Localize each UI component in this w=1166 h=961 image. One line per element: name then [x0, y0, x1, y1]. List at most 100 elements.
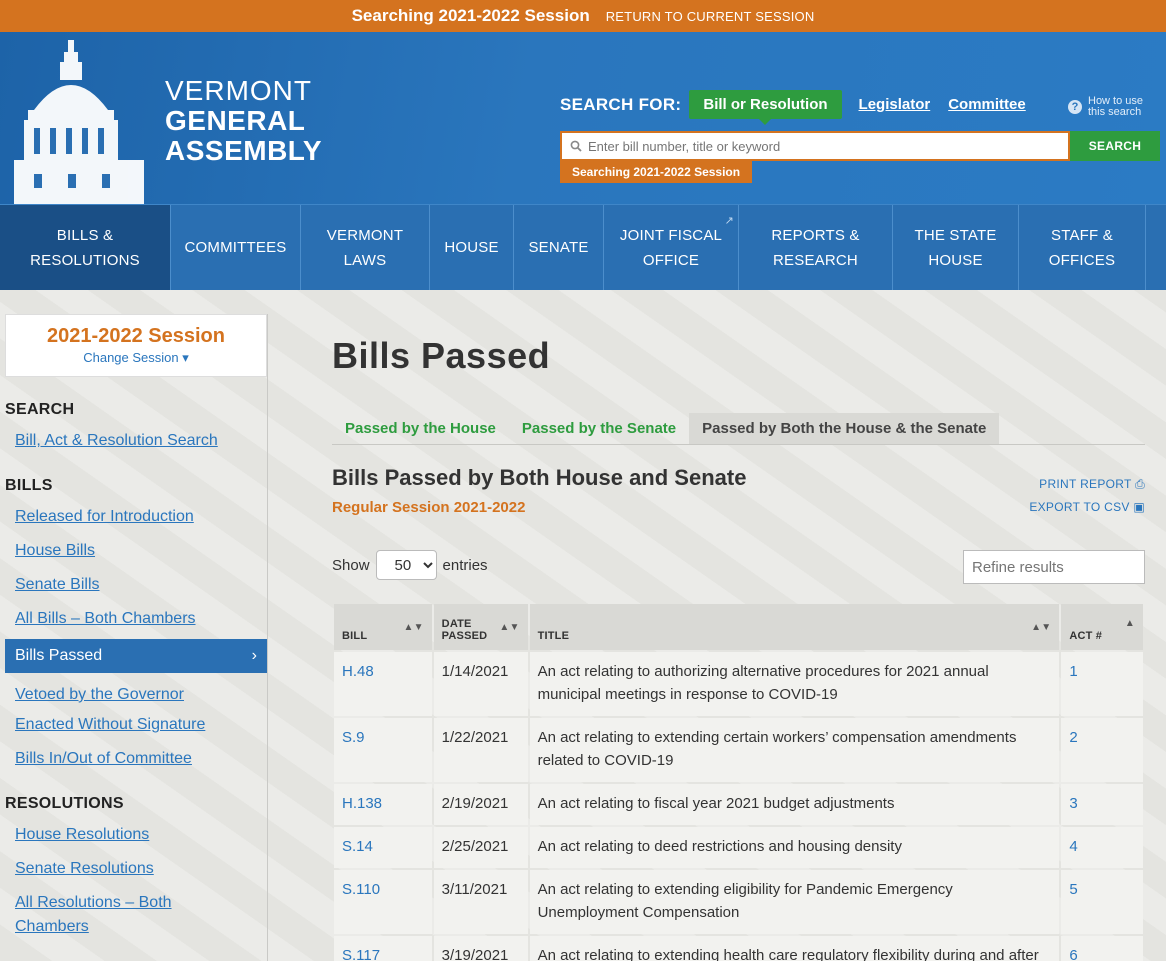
export-csv-label: EXPORT TO CSV — [1029, 500, 1130, 514]
cell-bill: S.117 — [334, 936, 432, 961]
return-current-session-link[interactable]: RETURN TO CURRENT SESSION — [606, 9, 815, 24]
sidebar-link-all-bills[interactable]: All Bills – Both Chambers — [15, 607, 267, 631]
act-link[interactable]: 4 — [1069, 838, 1077, 855]
capitol-dome-logo[interactable] — [4, 40, 144, 204]
cell-act: 1 — [1061, 652, 1143, 716]
cell-title: An act relating to extending eligibility… — [529, 870, 1060, 934]
sidebar-link-all-resolutions[interactable]: All Resolutions – Both Chambers — [15, 891, 215, 939]
search-help-link[interactable]: ? How to use this search — [1068, 96, 1150, 118]
search-box — [560, 131, 1070, 161]
print-report-link[interactable]: PRINT REPORT ⎙ — [1029, 473, 1145, 496]
change-session-label: Change Session — [83, 350, 179, 365]
nav-state-house[interactable]: THE STATE HOUSE — [893, 205, 1019, 290]
nav-house[interactable]: HOUSE — [430, 205, 514, 290]
bills-table: BILL ▲▼ DATE PASSED ▲▼ TITLE ▲▼ ACT # ▲ H.48… — [332, 602, 1145, 961]
sort-icon: ▲▼ — [1031, 622, 1052, 633]
session-card-title: 2021-2022 Session — [47, 325, 225, 347]
column-header-act-number[interactable]: ACT # ▲ — [1061, 604, 1143, 650]
sort-asc-icon: ▲ — [1124, 618, 1135, 629]
column-header-title[interactable]: TITLE ▲▼ — [529, 604, 1060, 650]
tab-passed-both[interactable]: Passed by Both the House & the Senate — [689, 413, 1000, 444]
sidebar-item-bills-passed[interactable]: Bills Passed › — [5, 639, 267, 673]
sidebar-link-in-out-committee[interactable]: Bills In/Out of Committee — [15, 747, 267, 771]
search-icon — [570, 140, 582, 152]
cell-bill: S.9 — [334, 718, 432, 782]
session-bar-title: Searching 2021-2022 Session — [351, 6, 590, 25]
cell-date: 3/11/2021 — [433, 870, 528, 934]
sidebar-link-house-resolutions[interactable]: House Resolutions — [15, 823, 267, 847]
act-link[interactable]: 5 — [1069, 881, 1077, 898]
question-circle-icon: ? — [1068, 100, 1082, 114]
table-row: H.138 2/19/2021 An act relating to fisca… — [334, 784, 1143, 825]
tab-passed-house[interactable]: Passed by the House — [332, 413, 509, 444]
search-session-note: Searching 2021-2022 Session — [560, 161, 753, 183]
act-link[interactable]: 6 — [1069, 947, 1077, 961]
export-csv-link[interactable]: EXPORT TO CSV ▣ — [1029, 496, 1145, 519]
cell-title: An act relating to extending certain wor… — [529, 718, 1060, 782]
nav-senate[interactable]: SENATE — [514, 205, 604, 290]
sidebar-heading-search: SEARCH — [5, 401, 75, 418]
session-card: 2021-2022 Session Change Session ▾ — [5, 314, 267, 377]
nav-staff-offices[interactable]: STAFF & OFFICES — [1019, 205, 1146, 290]
act-link[interactable]: 1 — [1069, 663, 1077, 680]
sidebar-link-bill-act-search[interactable]: Bill, Act & Resolution Search — [15, 429, 267, 453]
search-button[interactable]: SEARCH — [1070, 131, 1160, 161]
page-title: Bills Passed — [332, 335, 551, 376]
sidebar-link-enacted-without-signature[interactable]: Enacted Without Signature — [15, 713, 267, 737]
column-header-date-passed[interactable]: DATE PASSED ▲▼ — [433, 604, 528, 650]
nav-label: COMMITTEES — [184, 239, 287, 256]
nav-committees[interactable]: COMMITTEES — [171, 205, 301, 290]
nav-bills-resolutions[interactable]: BILLS & RESOLUTIONS — [0, 205, 171, 290]
entries-label: entries — [442, 556, 488, 574]
session-bar: Searching 2021-2022 Session RETURN TO CU… — [0, 0, 1166, 32]
bill-link[interactable]: S.117 — [342, 947, 380, 961]
bill-link[interactable]: H.138 — [342, 795, 382, 812]
cell-title: An act relating to extending health care… — [529, 936, 1060, 961]
sidebar-heading-bills: BILLS — [5, 477, 53, 494]
sidebar-link-house-bills[interactable]: House Bills — [15, 539, 267, 563]
bill-link[interactable]: S.14 — [342, 838, 373, 855]
table-row: S.9 1/22/2021 An act relating to extendi… — [334, 718, 1143, 782]
act-link[interactable]: 3 — [1069, 795, 1077, 812]
cell-act: 5 — [1061, 870, 1143, 934]
cell-bill: H.138 — [334, 784, 432, 825]
nav-reports-research[interactable]: REPORTS & RESEARCH — [739, 205, 893, 290]
search-option-bill[interactable]: Bill or Resolution — [689, 90, 842, 125]
search-option-legislator[interactable]: Legislator — [859, 96, 931, 113]
sidebar-heading-resolutions: RESOLUTIONS — [5, 795, 124, 812]
act-link[interactable]: 2 — [1069, 729, 1077, 746]
change-session-toggle[interactable]: Change Session ▾ — [6, 350, 266, 366]
cell-date: 2/25/2021 — [433, 827, 528, 868]
cell-date: 3/19/2021 — [433, 936, 528, 961]
cell-date: 1/14/2021 — [433, 652, 528, 716]
nav-joint-fiscal-office[interactable]: JOINT FISCAL OFFICE ↗ — [604, 205, 739, 290]
brand-line-2: GENERAL — [165, 105, 306, 136]
sort-icon: ▲▼ — [403, 622, 424, 633]
search-input[interactable] — [588, 138, 1058, 154]
external-link-icon: ↗ — [724, 215, 734, 227]
search-type-selector: SEARCH FOR: Bill or Resolution Legislato… — [560, 90, 1026, 125]
entries-select[interactable]: 50 — [375, 550, 437, 580]
sidebar-link-vetoed[interactable]: Vetoed by the Governor — [15, 683, 267, 707]
file-export-icon: ▣ — [1133, 500, 1145, 514]
column-header-label: DATE PASSED — [441, 618, 488, 642]
column-header-bill[interactable]: BILL ▲▼ — [334, 604, 432, 650]
print-icon: ⎙ — [1135, 477, 1145, 491]
cell-date: 1/22/2021 — [433, 718, 528, 782]
site-brand[interactable]: VERMONT GENERAL ASSEMBLY — [165, 76, 322, 166]
brand-line-3: ASSEMBLY — [165, 135, 323, 166]
bill-link[interactable]: S.9 — [342, 729, 365, 746]
sidebar-link-senate-resolutions[interactable]: Senate Resolutions — [15, 857, 267, 881]
search-help-text: How to use this search — [1088, 95, 1144, 118]
bill-link[interactable]: H.48 — [342, 663, 374, 680]
nav-vermont-laws[interactable]: VERMONT LAWS — [301, 205, 430, 290]
sidebar-link-released[interactable]: Released for Introduction — [15, 505, 267, 529]
sidebar-link-senate-bills[interactable]: Senate Bills — [15, 573, 267, 597]
cell-bill: H.48 — [334, 652, 432, 716]
search-option-committee[interactable]: Committee — [948, 96, 1026, 113]
refine-results-input[interactable] — [963, 550, 1145, 584]
cell-act: 3 — [1061, 784, 1143, 825]
bill-link[interactable]: S.110 — [342, 881, 380, 898]
tab-passed-senate[interactable]: Passed by the Senate — [509, 413, 689, 444]
nav-label: BILLS & RESOLUTIONS — [30, 226, 140, 269]
